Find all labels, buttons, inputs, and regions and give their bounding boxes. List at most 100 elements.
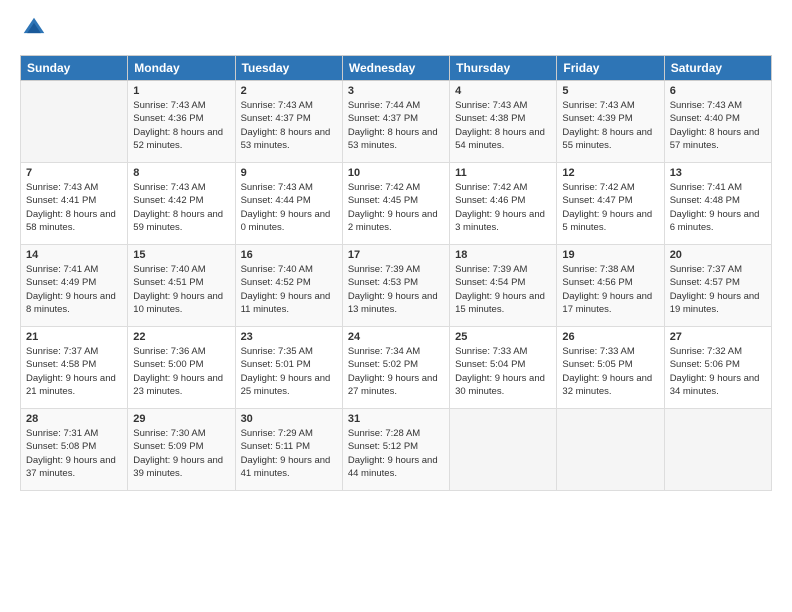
calendar-cell: 21 Sunrise: 7:37 AMSunset: 4:58 PMDayligh… xyxy=(21,327,128,409)
weekday-header-sunday: Sunday xyxy=(21,56,128,81)
calendar-cell: 18 Sunrise: 7:39 AMSunset: 4:54 PMDayligh… xyxy=(450,245,557,327)
calendar-cell: 6Sunrise: 7:43 AMSunset: 4:40 PMDaylight… xyxy=(664,81,771,163)
day-detail: Sunrise: 7:33 AMSunset: 5:04 PMDaylight:… xyxy=(455,345,551,398)
calendar-cell: 19Sunrise: 7:38 AMSunset: 4:56 PMDayligh… xyxy=(557,245,664,327)
day-detail: Sunrise: 7:41 AMSunset: 4:48 PMDaylight:… xyxy=(670,181,766,234)
day-detail: Sunrise: 7:33 AMSunset: 5:05 PMDaylight:… xyxy=(562,345,658,398)
weekday-header-wednesday: Wednesday xyxy=(342,56,449,81)
day-detail: Sunrise: 7:37 AMSunset: 4:58 PMDaylight:… xyxy=(26,345,122,398)
calendar-cell: 26 Sunrise: 7:33 AMSunset: 5:05 PMDayligh… xyxy=(557,327,664,409)
day-detail: Sunrise: 7:31 AMSunset: 5:08 PMDaylight:… xyxy=(26,427,122,480)
day-detail: Sunrise: 7:42 AMSunset: 4:46 PMDaylight:… xyxy=(455,181,551,234)
calendar-cell: 30Sunrise: 7:29 AMSunset: 5:11 PMDayligh… xyxy=(235,409,342,491)
day-detail: Sunrise: 7:36 AMSunset: 5:00 PMDaylight:… xyxy=(133,345,229,398)
calendar-cell: 28 Sunrise: 7:31 AMSunset: 5:08 PMDayligh… xyxy=(21,409,128,491)
day-number: 25 xyxy=(455,331,551,343)
calendar-cell: 1 Sunrise: 7:43 AMSunset: 4:36 PMDaylight… xyxy=(128,81,235,163)
day-number: 15 xyxy=(133,249,229,261)
day-detail: Sunrise: 7:43 AMSunset: 4:40 PMDaylight:… xyxy=(670,99,766,152)
day-number: 30 xyxy=(241,413,337,425)
day-detail: Sunrise: 7:44 AMSunset: 4:37 PMDaylight:… xyxy=(348,99,444,152)
calendar-cell: 2 Sunrise: 7:43 AMSunset: 4:37 PMDaylight… xyxy=(235,81,342,163)
day-detail: Sunrise: 7:43 AMSunset: 4:36 PMDaylight:… xyxy=(133,99,229,152)
calendar-cell: 15 Sunrise: 7:40 AMSunset: 4:51 PMDayligh… xyxy=(128,245,235,327)
calendar-cell: 7 Sunrise: 7:43 AMSunset: 4:41 PMDaylight… xyxy=(21,163,128,245)
day-number: 8 xyxy=(133,167,229,179)
logo xyxy=(20,16,48,45)
header xyxy=(20,16,772,45)
day-number: 2 xyxy=(241,85,337,97)
day-number: 21 xyxy=(26,331,122,343)
calendar-cell: 22 Sunrise: 7:36 AMSunset: 5:00 PMDayligh… xyxy=(128,327,235,409)
day-detail: Sunrise: 7:30 AMSunset: 5:09 PMDaylight:… xyxy=(133,427,229,480)
calendar-cell xyxy=(450,409,557,491)
day-number: 16 xyxy=(241,249,337,261)
calendar-page: SundayMondayTuesdayWednesdayThursdayFrid… xyxy=(0,0,792,612)
day-detail: Sunrise: 7:40 AMSunset: 4:52 PMDaylight:… xyxy=(241,263,337,316)
day-detail: Sunrise: 7:43 AMSunset: 4:41 PMDaylight:… xyxy=(26,181,122,234)
day-number: 31 xyxy=(348,413,444,425)
weekday-header-thursday: Thursday xyxy=(450,56,557,81)
calendar-cell: 23 Sunrise: 7:35 AMSunset: 5:01 PMDayligh… xyxy=(235,327,342,409)
day-number: 9 xyxy=(241,167,337,179)
weekday-header-monday: Monday xyxy=(128,56,235,81)
day-detail: Sunrise: 7:43 AMSunset: 4:38 PMDaylight:… xyxy=(455,99,551,152)
calendar-cell: 27 Sunrise: 7:32 AMSunset: 5:06 PMDayligh… xyxy=(664,327,771,409)
calendar-table: SundayMondayTuesdayWednesdayThursdayFrid… xyxy=(20,55,772,491)
day-number: 29 xyxy=(133,413,229,425)
calendar-cell: 31 Sunrise: 7:28 AMSunset: 5:12 PMDayligh… xyxy=(342,409,449,491)
day-detail: Sunrise: 7:42 AMSunset: 4:47 PMDaylight:… xyxy=(562,181,658,234)
day-number: 27 xyxy=(670,331,766,343)
calendar-cell: 17Sunrise: 7:39 AMSunset: 4:53 PMDayligh… xyxy=(342,245,449,327)
calendar-cell: 4 Sunrise: 7:43 AMSunset: 4:38 PMDaylight… xyxy=(450,81,557,163)
day-number: 20 xyxy=(670,249,766,261)
day-number: 18 xyxy=(455,249,551,261)
calendar-week-row: 21 Sunrise: 7:37 AMSunset: 4:58 PMDayligh… xyxy=(21,327,772,409)
day-detail: Sunrise: 7:39 AMSunset: 4:54 PMDaylight:… xyxy=(455,263,551,316)
day-detail: Sunrise: 7:28 AMSunset: 5:12 PMDaylight:… xyxy=(348,427,444,480)
calendar-cell: 14 Sunrise: 7:41 AMSunset: 4:49 PMDayligh… xyxy=(21,245,128,327)
day-detail: Sunrise: 7:37 AMSunset: 4:57 PMDaylight:… xyxy=(670,263,766,316)
calendar-cell: 10Sunrise: 7:42 AMSunset: 4:45 PMDayligh… xyxy=(342,163,449,245)
calendar-cell: 5 Sunrise: 7:43 AMSunset: 4:39 PMDaylight… xyxy=(557,81,664,163)
day-number: 22 xyxy=(133,331,229,343)
day-number: 7 xyxy=(26,167,122,179)
calendar-cell xyxy=(21,81,128,163)
day-number: 1 xyxy=(133,85,229,97)
day-detail: Sunrise: 7:39 AMSunset: 4:53 PMDaylight:… xyxy=(348,263,444,316)
day-detail: Sunrise: 7:40 AMSunset: 4:51 PMDaylight:… xyxy=(133,263,229,316)
day-number: 14 xyxy=(26,249,122,261)
day-detail: Sunrise: 7:35 AMSunset: 5:01 PMDaylight:… xyxy=(241,345,337,398)
day-detail: Sunrise: 7:43 AMSunset: 4:44 PMDaylight:… xyxy=(241,181,337,234)
day-detail: Sunrise: 7:32 AMSunset: 5:06 PMDaylight:… xyxy=(670,345,766,398)
calendar-cell: 9 Sunrise: 7:43 AMSunset: 4:44 PMDaylight… xyxy=(235,163,342,245)
weekday-header-saturday: Saturday xyxy=(664,56,771,81)
day-number: 5 xyxy=(562,85,658,97)
day-number: 28 xyxy=(26,413,122,425)
calendar-cell: 16 Sunrise: 7:40 AMSunset: 4:52 PMDayligh… xyxy=(235,245,342,327)
calendar-week-row: 14 Sunrise: 7:41 AMSunset: 4:49 PMDayligh… xyxy=(21,245,772,327)
day-number: 26 xyxy=(562,331,658,343)
day-number: 11 xyxy=(455,167,551,179)
calendar-cell: 8 Sunrise: 7:43 AMSunset: 4:42 PMDaylight… xyxy=(128,163,235,245)
day-number: 19 xyxy=(562,249,658,261)
calendar-cell: 20 Sunrise: 7:37 AMSunset: 4:57 PMDayligh… xyxy=(664,245,771,327)
calendar-cell: 3Sunrise: 7:44 AMSunset: 4:37 PMDaylight… xyxy=(342,81,449,163)
calendar-week-row: 7 Sunrise: 7:43 AMSunset: 4:41 PMDaylight… xyxy=(21,163,772,245)
day-detail: Sunrise: 7:43 AMSunset: 4:42 PMDaylight:… xyxy=(133,181,229,234)
calendar-cell: 13Sunrise: 7:41 AMSunset: 4:48 PMDayligh… xyxy=(664,163,771,245)
day-detail: Sunrise: 7:41 AMSunset: 4:49 PMDaylight:… xyxy=(26,263,122,316)
day-number: 23 xyxy=(241,331,337,343)
day-detail: Sunrise: 7:43 AMSunset: 4:37 PMDaylight:… xyxy=(241,99,337,152)
day-detail: Sunrise: 7:42 AMSunset: 4:45 PMDaylight:… xyxy=(348,181,444,234)
weekday-header-friday: Friday xyxy=(557,56,664,81)
day-number: 4 xyxy=(455,85,551,97)
calendar-cell: 24Sunrise: 7:34 AMSunset: 5:02 PMDayligh… xyxy=(342,327,449,409)
calendar-cell xyxy=(557,409,664,491)
day-detail: Sunrise: 7:43 AMSunset: 4:39 PMDaylight:… xyxy=(562,99,658,152)
calendar-cell: 11 Sunrise: 7:42 AMSunset: 4:46 PMDayligh… xyxy=(450,163,557,245)
calendar-cell: 25 Sunrise: 7:33 AMSunset: 5:04 PMDayligh… xyxy=(450,327,557,409)
weekday-header-row: SundayMondayTuesdayWednesdayThursdayFrid… xyxy=(21,56,772,81)
day-number: 12 xyxy=(562,167,658,179)
day-detail: Sunrise: 7:34 AMSunset: 5:02 PMDaylight:… xyxy=(348,345,444,398)
